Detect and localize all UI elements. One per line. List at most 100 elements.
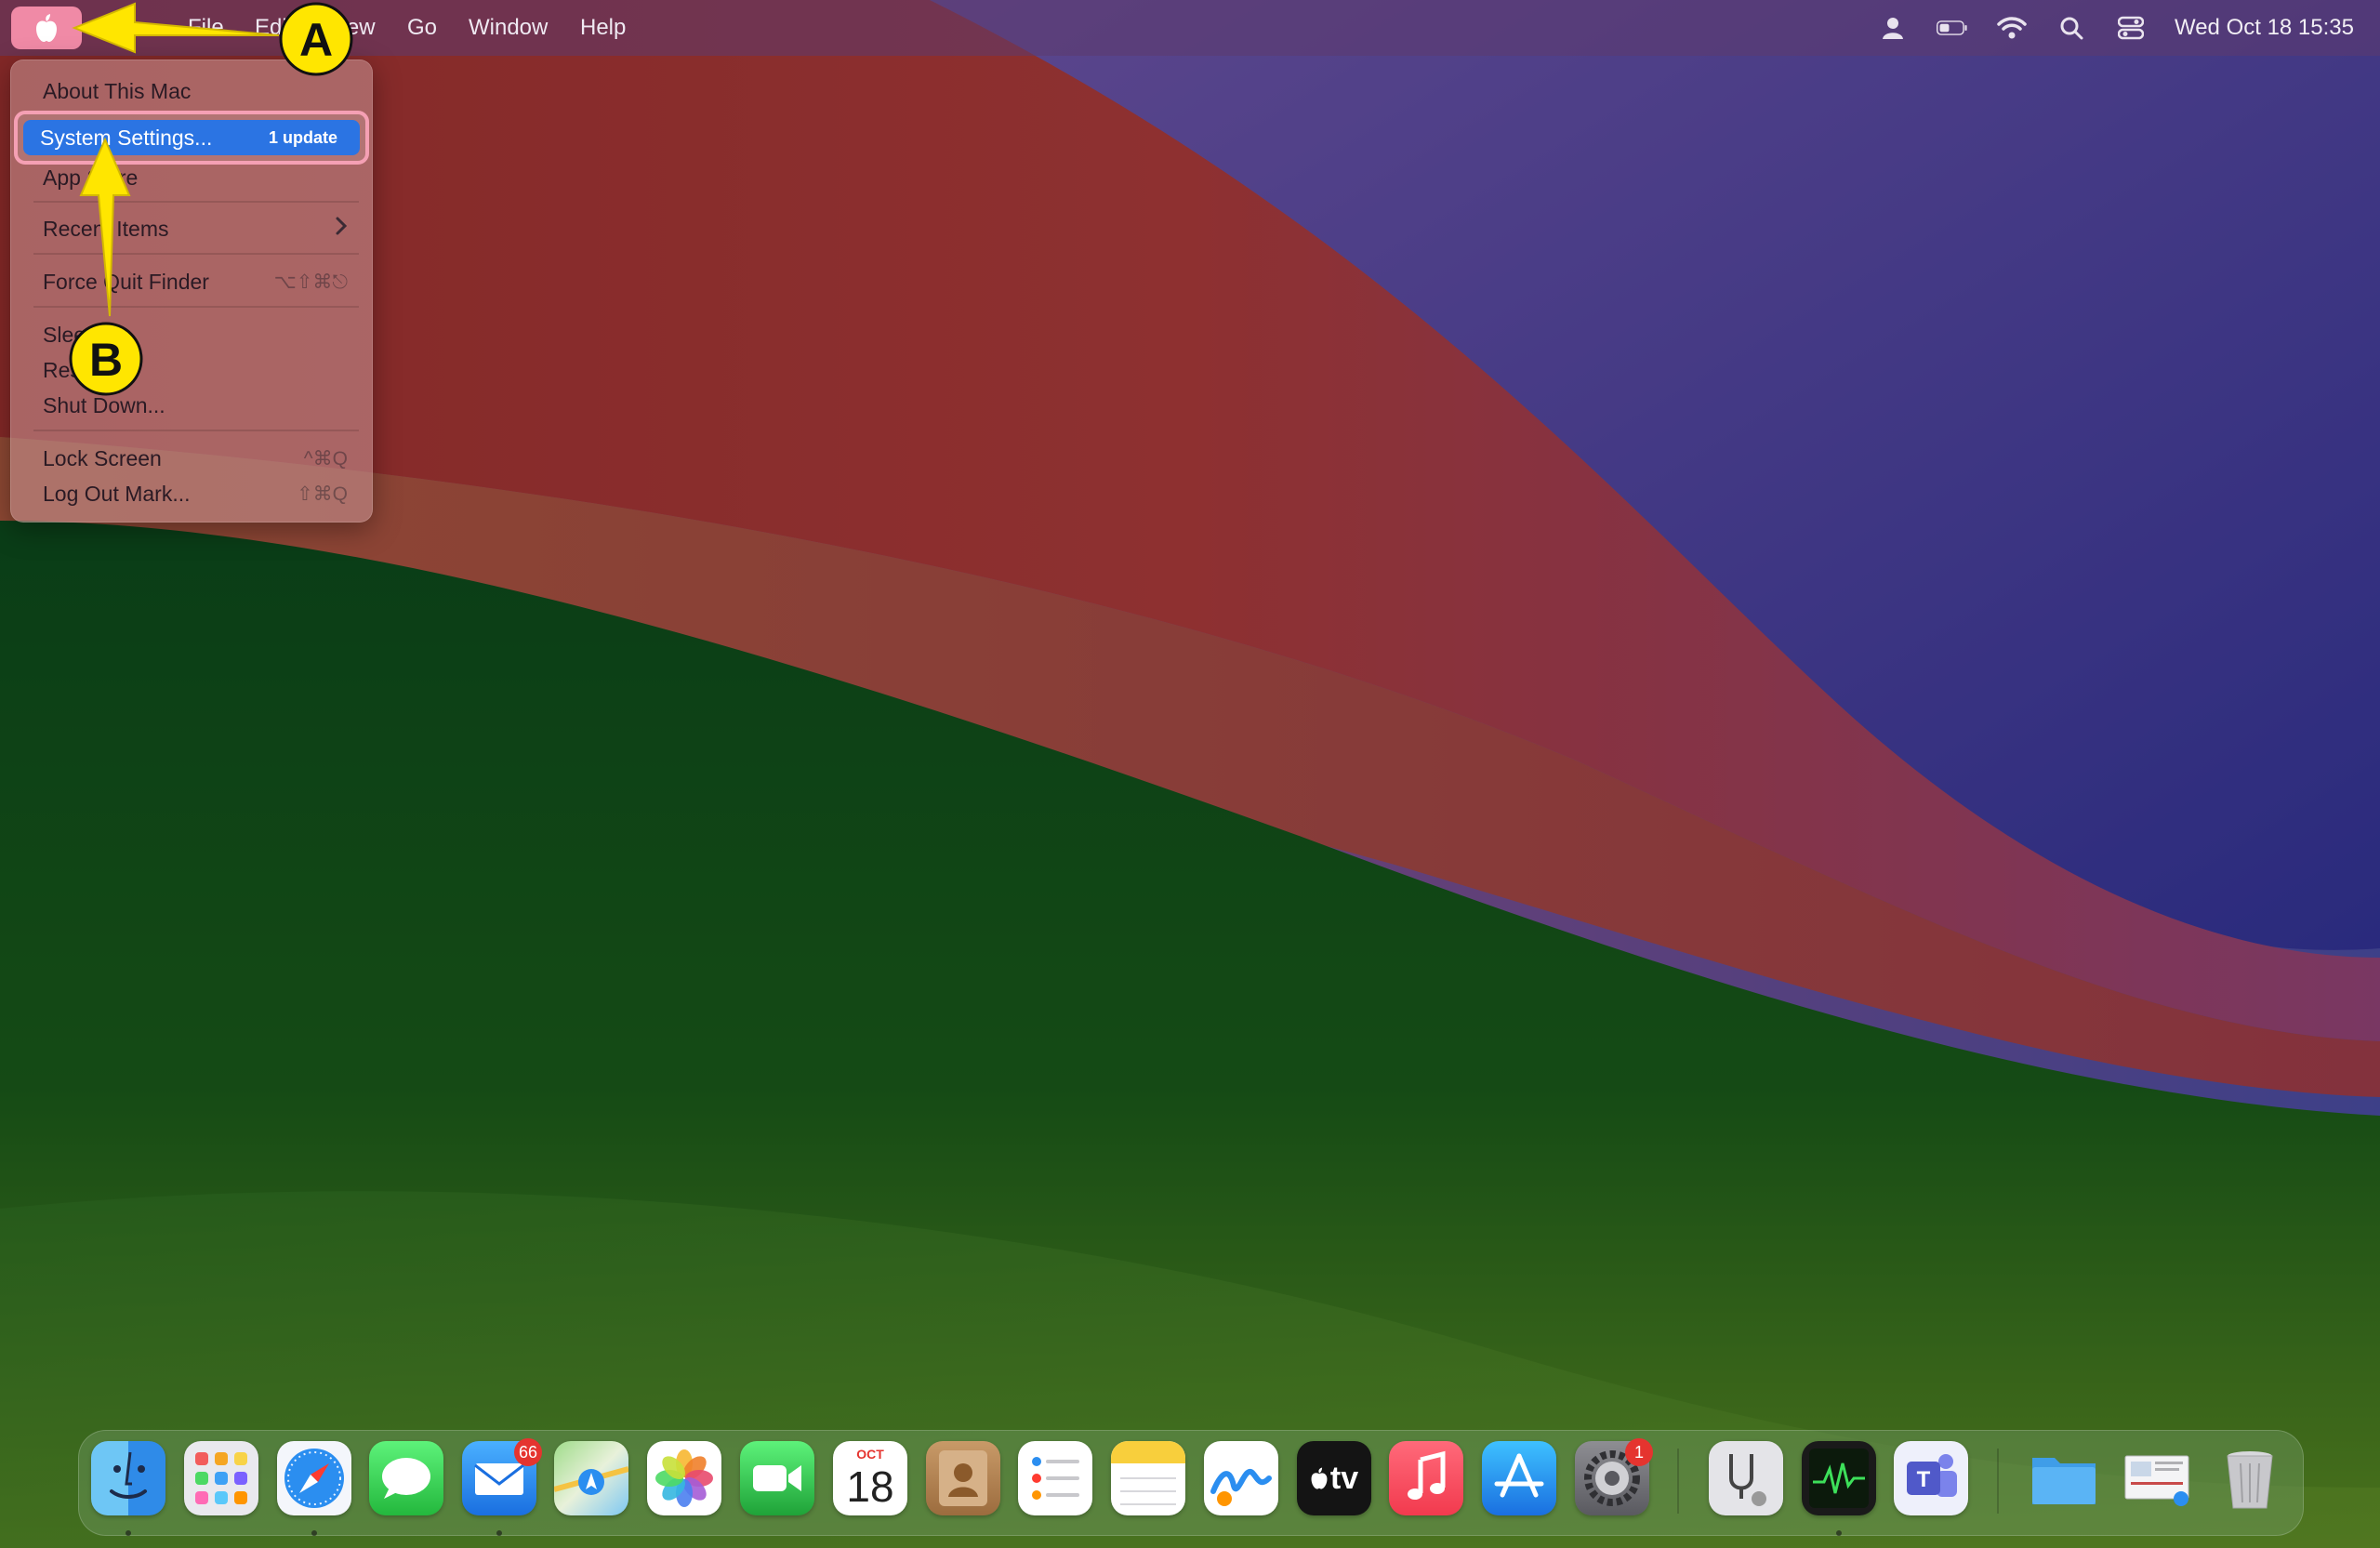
apple-logo-icon xyxy=(36,14,57,42)
calendar-month: OCT xyxy=(856,1447,884,1462)
dock-app-trash[interactable] xyxy=(2213,1441,2287,1515)
keyboard-shortcut: ⇧⌘Q xyxy=(297,483,348,505)
menu-window[interactable]: Window xyxy=(469,15,548,41)
dock-app-safari[interactable] xyxy=(277,1441,351,1515)
menu-item-lock-screen[interactable]: Lock Screen ^⌘Q xyxy=(20,441,363,476)
freeform-icon xyxy=(1210,1468,1272,1506)
calendar-day: 18 xyxy=(846,1462,894,1511)
menu-item-log-out[interactable]: Log Out Mark... ⇧⌘Q xyxy=(20,476,363,511)
dock-app-microsoft-teams[interactable]: T xyxy=(1894,1441,1968,1515)
stethoscope-icon xyxy=(1729,1454,1766,1506)
update-badge: 1 update xyxy=(268,128,337,147)
menu-item-label: App Store xyxy=(43,165,139,190)
menu-help[interactable]: Help xyxy=(580,15,626,41)
menu-item-label: Restart... xyxy=(43,357,130,382)
menu-item-app-store[interactable]: App Store xyxy=(20,160,363,195)
finder-icon xyxy=(110,1451,147,1499)
safari-icon xyxy=(284,1449,344,1508)
dock-divider xyxy=(1677,1449,1679,1514)
dock-app-tv[interactable]: tv xyxy=(1297,1441,1371,1515)
running-indicator xyxy=(1836,1530,1842,1536)
dock-app-activity-monitor[interactable] xyxy=(1802,1441,1876,1515)
keyboard-shortcut: ⌥⇧⌘⎋ xyxy=(273,271,348,293)
spotlight-search-icon[interactable] xyxy=(2056,12,2087,44)
menu-item-force-quit[interactable]: Force Quit Finder ⌥⇧⌘⎋ xyxy=(20,264,363,299)
battery-icon[interactable] xyxy=(1936,12,1968,44)
menu-item-label: About This Mac xyxy=(43,78,192,103)
dock-app-messages[interactable] xyxy=(369,1441,443,1515)
document-preview-icon xyxy=(2124,1455,2189,1506)
dock-app-notes[interactable] xyxy=(1111,1441,1185,1515)
messages-icon xyxy=(382,1458,430,1499)
photos-icon xyxy=(655,1449,713,1507)
dock-app-finder[interactable] xyxy=(91,1441,165,1515)
apple-menu-button[interactable] xyxy=(11,7,82,49)
menu-item-label: Force Quit Finder xyxy=(43,269,209,294)
running-indicator xyxy=(311,1530,317,1536)
user-icon[interactable] xyxy=(1877,12,1909,44)
apple-tv-logo-icon xyxy=(1311,1467,1328,1489)
menu-item-about-this-mac[interactable]: About This Mac xyxy=(20,73,363,109)
apple-menu-dropdown: About This Mac System Settings... 1 upda… xyxy=(10,60,373,523)
running-indicator xyxy=(126,1530,131,1536)
menu-item-restart[interactable]: Restart... xyxy=(20,352,363,388)
menu-bar-clock[interactable]: Wed Oct 18 15:35 xyxy=(2175,15,2354,41)
menu-bar: File Edit View Go Window Help Wed Oct 18… xyxy=(0,0,2380,56)
tv-label: tv xyxy=(1329,1460,1359,1496)
settings-update-badge: 1 xyxy=(1625,1438,1653,1466)
menu-item-shut-down[interactable]: Shut Down... xyxy=(20,388,363,423)
dock-app-preview[interactable] xyxy=(2120,1441,2194,1515)
mail-unread-badge: 66 xyxy=(514,1438,542,1466)
keyboard-shortcut: ^⌘Q xyxy=(303,447,348,470)
music-note-icon xyxy=(1408,1450,1446,1500)
folder-icon xyxy=(2032,1458,2096,1504)
chevron-right-icon xyxy=(335,216,348,242)
reminders-icon xyxy=(1032,1457,1079,1500)
dock-app-music[interactable] xyxy=(1389,1441,1463,1515)
dock-app-maps[interactable] xyxy=(554,1441,628,1515)
menu-item-label: Recent Items xyxy=(43,216,169,241)
menu-separator xyxy=(33,201,359,203)
dock-app-launchpad[interactable] xyxy=(184,1441,258,1515)
dock-app-photos[interactable] xyxy=(647,1441,721,1515)
dock-app-app-store[interactable] xyxy=(1482,1441,1556,1515)
menu-separator xyxy=(33,430,359,431)
dock-app-facetime[interactable] xyxy=(740,1441,814,1515)
menu-view[interactable]: View xyxy=(327,15,376,41)
menu-edit[interactable]: Edit xyxy=(255,15,293,41)
control-center-icon[interactable] xyxy=(2115,12,2147,44)
menu-item-recent-items[interactable]: Recent Items xyxy=(20,211,363,246)
dock-app-downloads[interactable] xyxy=(2027,1441,2101,1515)
menu-item-label: Lock Screen xyxy=(43,445,162,470)
maps-icon xyxy=(554,1466,628,1495)
dock-app-contacts[interactable] xyxy=(926,1441,1000,1515)
menu-item-sleep[interactable]: Sleep xyxy=(20,317,363,352)
status-area: Wed Oct 18 15:35 xyxy=(1877,0,2354,56)
menu-item-label: Shut Down... xyxy=(43,392,165,417)
dock-divider xyxy=(1997,1449,1999,1514)
dock-app-disk-utility[interactable] xyxy=(1709,1441,1783,1515)
menu-separator xyxy=(33,253,359,255)
dock-app-reminders[interactable] xyxy=(1018,1441,1092,1515)
facetime-icon xyxy=(753,1465,801,1491)
trash-icon xyxy=(2227,1451,2273,1509)
app-store-icon xyxy=(1494,1453,1544,1498)
wifi-icon[interactable] xyxy=(1996,12,2028,44)
activity-graph-icon xyxy=(1809,1449,1869,1508)
system-settings-highlight: System Settings... 1 update xyxy=(14,111,369,165)
menu-separator xyxy=(33,306,359,308)
svg-text:T: T xyxy=(1917,1467,1931,1492)
menu-go[interactable]: Go xyxy=(407,15,437,41)
launchpad-icon xyxy=(195,1452,247,1504)
teams-icon: T xyxy=(1907,1454,1957,1497)
notes-icon xyxy=(1111,1441,1185,1505)
contacts-icon xyxy=(939,1450,987,1506)
dock-app-calendar[interactable]: OCT 18 xyxy=(833,1441,907,1515)
menu-item-system-settings[interactable]: System Settings... 1 update xyxy=(23,120,360,155)
dock-app-freeform[interactable] xyxy=(1204,1441,1278,1515)
menu-file[interactable]: File xyxy=(188,15,224,41)
menu-item-label: System Settings... xyxy=(40,126,213,150)
menu-item-label: Log Out Mark... xyxy=(43,481,191,506)
menu-item-label: Sleep xyxy=(43,322,98,347)
running-indicator xyxy=(496,1530,502,1536)
